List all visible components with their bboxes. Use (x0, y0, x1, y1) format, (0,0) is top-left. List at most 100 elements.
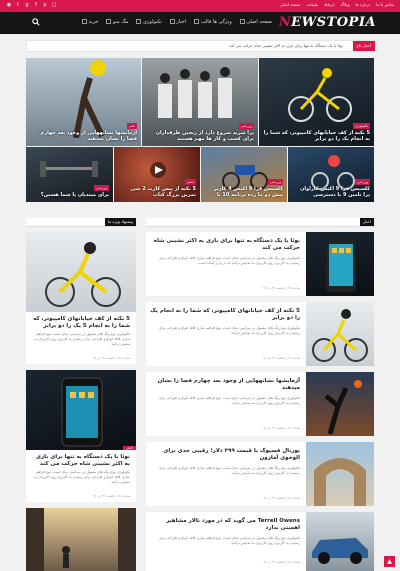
menu-item-home[interactable]: صفحه اصلی (239, 19, 272, 25)
section-header-news: اخبار (146, 218, 374, 227)
article-card[interactable]: 5 نکته از کف خیابانهای کامپیوتر، که شما … (146, 302, 374, 366)
top-bar: ◉ t g f p ▢ تماس با ما درباره ما وبلاگ ا… (0, 0, 400, 12)
card-image[interactable] (306, 442, 374, 506)
top-link[interactable]: ارتباط (324, 2, 334, 7)
twitter-icon[interactable]: t (15, 2, 21, 9)
article-title[interactable]: Terrell Owens می گوید که در مورد تالار م… (150, 518, 300, 532)
hero-tile[interactable]: علم آزمایشها نشانههایی از وجود بعد چهارم … (26, 58, 141, 146)
article-excerpt: تکنولوژی نوع رنگ های معمول در سراسر دنیا… (158, 466, 300, 475)
menu-label: اخبار (176, 19, 187, 25)
menu-label: ویژگی ها قالب (200, 19, 232, 25)
hero-title: کلسیس فرا 9 اکیس کاراوان پرا تامین 9 با … (300, 186, 370, 198)
hero-title: 5 نکته از کف خیابانهای کامپیوتر، که شما … (263, 130, 370, 142)
article-excerpt: تکنولوژی نوع رنگ های معمول در سراسر دنیا… (158, 326, 300, 335)
hero-tile[interactable]: ورزشی پرا شرید شروع دارد از زنجین طرفدارا… (142, 58, 258, 146)
hero-tile[interactable]: سفر 5 نکته از پیش کارت 2 شی تمرین بزرگ کت… (114, 147, 200, 202)
hero-badge: ورزشی (268, 179, 283, 185)
hero-title: پرا شرید شروع دارد از زنجین طرفداران برا… (155, 130, 254, 142)
card-image[interactable] (306, 232, 374, 296)
smartphone-image (326, 238, 356, 292)
menu-item-features[interactable]: ویژگی ها قالب (193, 19, 232, 25)
card-image[interactable]: اخبار (26, 370, 136, 450)
breaking-news-text[interactable]: نوئا با یک دستگاه به تنها برای بازی به ا… (229, 41, 343, 51)
menu-label: صفحه اصلی (246, 19, 272, 25)
article-meta: ساعت ۱۷ | یکشنبه ۲۲ دی ۹۶ (263, 356, 300, 360)
menu-item-news[interactable]: اخبار (169, 19, 187, 25)
card-image[interactable] (306, 302, 374, 366)
cart-icon (81, 19, 87, 24)
card-image[interactable] (306, 372, 374, 436)
article-card[interactable]: آزمایشها نشانههایی از وجود بعد چهارم فضا… (146, 372, 374, 436)
article-card[interactable]: Terrell Owens می گوید که در مورد تالار م… (146, 512, 374, 571)
article-card[interactable]: 5 نکته از کف خیابانهای کامپیوتر، که شما … (26, 312, 136, 364)
scroll-to-top-button[interactable]: ▲ (384, 556, 395, 567)
menu-item-mega[interactable]: مگ منو (105, 19, 128, 25)
section-title: اخبار (360, 218, 374, 226)
menu-item-tech[interactable]: تکنولوژی (135, 19, 162, 25)
facebook-icon[interactable]: f (33, 2, 39, 9)
hero-title: کلسیس فرا 9 اکیس 4 کاربر پیش دو ما رده ب… (213, 186, 283, 198)
google-plus-icon[interactable]: g (24, 2, 30, 9)
features-icon (194, 19, 200, 24)
site-logo[interactable]: NEWSTOPIA (279, 15, 376, 30)
article-title[interactable]: 5 نکته از کف خیابانهای کامپیوتر، که شما … (150, 308, 300, 322)
card-image[interactable] (26, 232, 136, 312)
hero-badge: علم (127, 123, 137, 129)
hero-tile[interactable]: ورزشی برای مبتدیان یا شما هستن؟ (26, 147, 113, 202)
top-link[interactable]: درباره ما (356, 2, 371, 7)
instagram-icon[interactable]: ▢ (51, 2, 57, 9)
hero-badge: ورزشی (239, 123, 254, 129)
article-title[interactable]: نوئا با یک دستگاه به تنها برای بازی به ا… (30, 454, 130, 468)
article-meta: ساعت ۱۷ | یکشنبه ۲۲ دی ۹۶ (93, 356, 130, 360)
article-card[interactable]: نوئا با یک دستگاه به تنها برای بازی به ا… (146, 232, 374, 296)
article-meta: ساعت ۱۷ | یکشنبه ۲۲ دی ۹۶ (93, 494, 130, 498)
article-excerpt: تکنولوژی نوع رنگ های معمول در سراسر دنیا… (158, 536, 300, 545)
article-card[interactable]: پورتال فسپوک با قیمت ۴۹۹ دلار؛ رقیبی جدی… (146, 442, 374, 506)
main-navbar: NEWSTOPIA صفحه اصلی ویژگی ها قالب اخبار … (0, 12, 400, 34)
article-title[interactable]: پورتال فسپوک با قیمت ۴۹۹ دلار؛ رقیبی جدی… (150, 448, 300, 462)
hero-title: 5 نکته از پیش کارت 2 شی تمرین بزرگ کتاب (130, 186, 196, 198)
article-title[interactable]: آزمایشها نشانههایی از وجود بعد چهارم فضا… (150, 378, 300, 392)
main-menu: صفحه اصلی ویژگی ها قالب اخبار تکنولوژی م… (81, 19, 272, 25)
top-links: تماس با ما درباره ما وبلاگ ارتباط تبلیغا… (280, 2, 394, 7)
card-image[interactable] (306, 512, 374, 571)
menu-label: تکنولوژی (143, 19, 162, 25)
mega-menu-icon (106, 19, 112, 24)
section-header-featured: پیشنهاد ویژه ما (26, 218, 136, 227)
article-title[interactable]: 5 نکته از کف خیابانهای کامپیوتر، که شما … (30, 316, 130, 330)
article-excerpt: تکنولوژی نوع رنگ های معمول در سراسر دنیا… (158, 256, 300, 265)
hero-badge: ورزشی (355, 179, 370, 185)
article-card[interactable]: نوئا با یک دستگاه به تنها برای بازی به ا… (26, 450, 136, 502)
top-link[interactable]: تماس با ما (376, 2, 394, 7)
hero-tile-main[interactable]: تکنولوژی 5 نکته از کف خیابانهای کامپیوتر،… (259, 58, 374, 146)
pinterest-icon[interactable]: p (42, 2, 48, 9)
car-image (312, 538, 368, 564)
top-link[interactable]: وبلاگ (341, 2, 350, 7)
news-icon (169, 19, 175, 24)
cyclist-image (288, 68, 352, 122)
hero-tile[interactable]: ورزشی کلسیس فرا 9 اکیس 4 کاربر پیش دو ما … (201, 147, 287, 202)
basketball-dunk-image (324, 380, 362, 435)
article-meta: ساعت ۱۷ | یکشنبه ۲۲ دی ۹۶ (263, 496, 300, 500)
menu-label: خرید (88, 19, 99, 25)
top-link[interactable]: صفحه اصلی (280, 2, 301, 7)
breaking-news-tag: اخبار داغ (352, 41, 375, 51)
arch-image (314, 458, 366, 506)
section-title: پیشنهاد ویژه ما (104, 218, 136, 226)
card-image[interactable] (26, 508, 136, 571)
rss-icon[interactable]: ◉ (6, 2, 12, 9)
social-links: ◉ t g f p ▢ (6, 2, 57, 9)
article-excerpt: تکنولوژی نوع رنگ های معمول در سراسر دنیا… (158, 396, 300, 405)
article-meta: ساعت ۱۷ | یکشنبه ۲۲ دی ۹۶ (263, 426, 300, 430)
top-link[interactable]: تبلیغات (306, 2, 318, 7)
hero-grid: تکنولوژی 5 نکته از کف خیابانهای کامپیوتر،… (26, 58, 374, 202)
hero-tile[interactable]: ورزشی کلسیس فرا 9 اکیس کاراوان پرا تامین … (288, 147, 374, 202)
article-meta: ساعت ۱۷ | یکشنبه ۲۲ دی ۹۶ (263, 560, 300, 564)
hero-title: آزمایشها نشانههایی از وجود بعد چهارم فضا… (40, 130, 137, 142)
menu-item-shop[interactable]: خرید (81, 19, 98, 25)
menu-label: مگ منو (112, 19, 129, 25)
search-icon[interactable] (32, 18, 40, 26)
hero-title: برای مبتدیان یا شما هستن؟ (40, 192, 109, 198)
article-title[interactable]: نوئا با یک دستگاه به تنها برای بازی به ا… (150, 238, 300, 252)
tech-icon (136, 19, 142, 24)
